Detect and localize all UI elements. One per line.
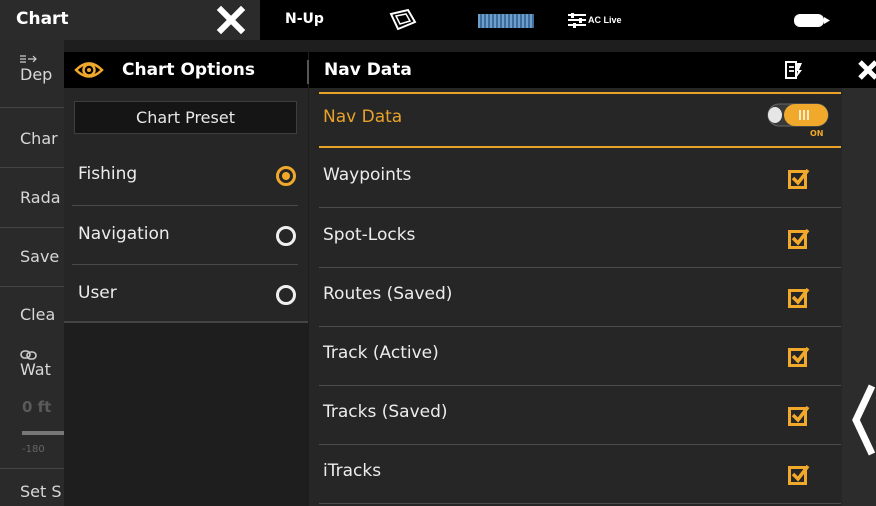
menu-item-save[interactable]: Save — [0, 228, 64, 287]
menu-item-label: Char — [20, 129, 58, 148]
back-icon[interactable] — [783, 59, 805, 81]
nav-item-label: Tracks (Saved) — [323, 402, 448, 422]
menu-item-clear[interactable]: Clea — [0, 287, 64, 337]
water-offset-value: 0 ft — [22, 398, 52, 416]
nav-item-tracks-saved[interactable]: Tracks (Saved) — [319, 385, 841, 445]
menu-item-set[interactable]: Set S — [0, 469, 64, 506]
checkbox-icon[interactable] — [788, 167, 810, 189]
chart-options-title: Chart Options — [122, 60, 255, 80]
nav-data-panel: Nav Data ON Waypoints Spot-Locks Routes … — [309, 88, 842, 506]
menu-item-label: Wat — [20, 360, 51, 379]
checkbox-icon[interactable] — [788, 404, 810, 426]
menu-item-label: Rada — [20, 188, 61, 207]
preset-option-navigation[interactable]: Navigation — [72, 206, 298, 265]
toggle-icon[interactable]: ON — [766, 100, 830, 138]
aclive-icon — [568, 13, 586, 28]
preset-option-user[interactable]: User — [72, 265, 298, 324]
nav-item-waypoints[interactable]: Waypoints — [319, 148, 841, 208]
preset-option-label: User — [78, 283, 117, 303]
checkbox-icon[interactable] — [788, 227, 810, 249]
checkbox-icon[interactable] — [788, 463, 810, 485]
main-menu-sidebar: Dep Char Rada Save Clea Wat 0 ft -180 Se… — [0, 40, 64, 506]
aclive-indicator: AC Live — [567, 8, 622, 32]
preset-option-fishing[interactable]: Fishing — [72, 147, 298, 206]
chevron-left-icon[interactable] — [850, 380, 876, 460]
nav-data-title: Nav Data — [324, 60, 412, 80]
chart-options-panel: Chart Preset Fishing Navigation User — [64, 88, 308, 323]
menu-item-depth[interactable]: Dep — [0, 40, 64, 108]
status-bar: Chart N-Up AC Live — [0, 0, 876, 40]
menu-item-label: Dep — [20, 65, 53, 84]
eye-icon — [74, 62, 104, 78]
nav-data-header: Nav Data — [309, 52, 876, 88]
boat-icon — [389, 8, 417, 31]
radio-unselected-icon[interactable] — [276, 226, 296, 246]
water-offset-slider[interactable] — [22, 431, 64, 435]
nav-item-label: Waypoints — [323, 165, 412, 185]
checkbox-icon[interactable] — [788, 286, 810, 308]
nav-data-toggle-label: Nav Data — [323, 107, 403, 127]
battery-icon — [794, 14, 830, 27]
nav-item-itracks[interactable]: iTracks — [319, 444, 841, 504]
preset-option-label: Navigation — [78, 224, 170, 244]
status-bar-title-area: Chart — [0, 0, 260, 40]
menu-item-radar[interactable]: Rada — [0, 168, 64, 228]
signal-gauge — [478, 14, 534, 28]
view-mode-indicator[interactable]: N-Up — [285, 11, 324, 27]
checkbox-icon[interactable] — [788, 345, 810, 367]
menu-item-label: Clea — [20, 305, 56, 324]
nav-item-spot-locks[interactable]: Spot-Locks — [319, 208, 841, 268]
aclive-label: AC Live — [588, 15, 622, 25]
toggle-state-label: ON — [810, 129, 824, 138]
nav-item-routes-saved[interactable]: Routes (Saved) — [319, 267, 841, 327]
menu-item-label: Set S — [20, 482, 62, 501]
close-icon[interactable] — [216, 5, 246, 35]
link-icon — [20, 350, 37, 360]
chart-options-header: Chart Options — [64, 52, 308, 88]
page-title: Chart — [16, 9, 69, 29]
preset-option-label: Fishing — [78, 164, 138, 184]
slider-min-label: -180 — [22, 444, 45, 455]
nav-item-label: Routes (Saved) — [323, 284, 453, 304]
chart-preset-button[interactable]: Chart Preset — [74, 101, 297, 134]
nav-item-label: Track (Active) — [323, 343, 439, 363]
menu-item-chart[interactable]: Char — [0, 108, 64, 168]
radio-selected-icon[interactable] — [276, 166, 296, 186]
nav-item-track-active[interactable]: Track (Active) — [319, 326, 841, 386]
radio-unselected-icon[interactable] — [276, 285, 296, 305]
menu-item-label: Save — [20, 247, 60, 266]
nav-data-toggle-row[interactable]: Nav Data ON — [319, 92, 841, 148]
nav-item-label: Spot-Locks — [323, 225, 416, 245]
close-icon[interactable] — [856, 58, 876, 82]
arrows-icon — [20, 55, 37, 63]
nav-item-label: iTracks — [323, 461, 382, 481]
